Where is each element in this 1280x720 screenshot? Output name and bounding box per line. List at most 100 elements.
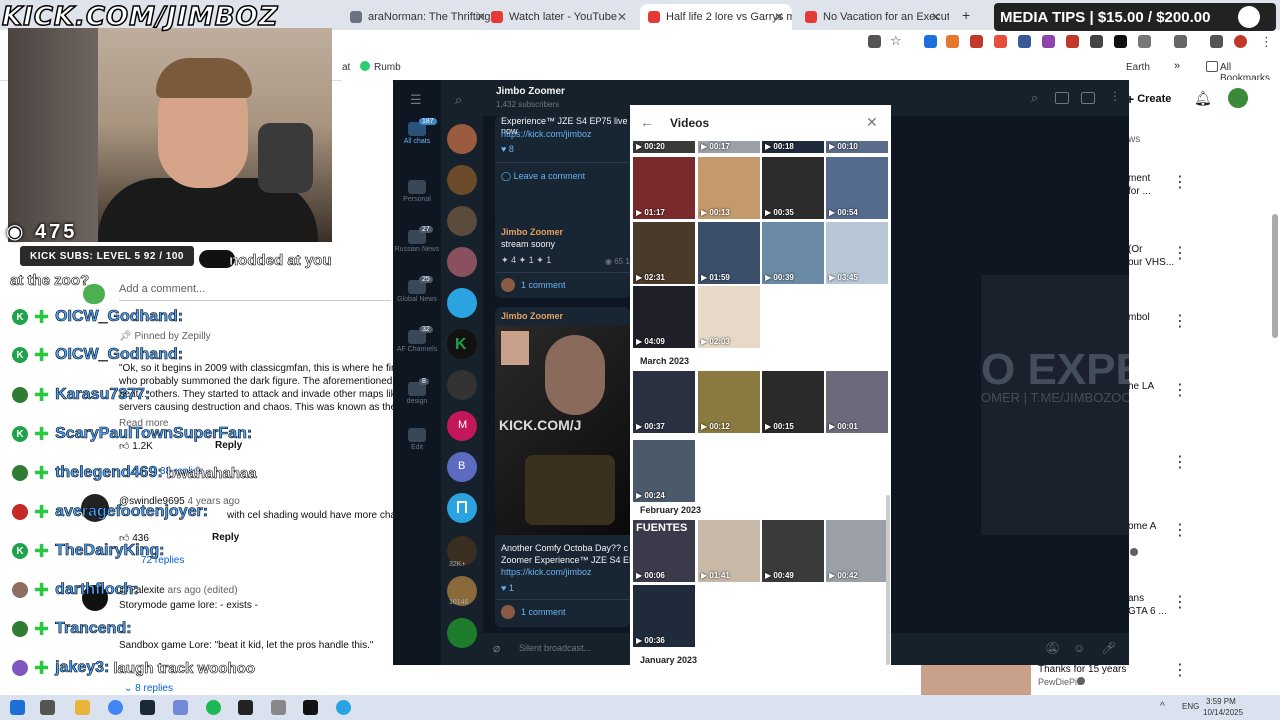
extension-7-icon[interactable] xyxy=(1066,35,1079,48)
reaction-chip[interactable]: ♥ 1 xyxy=(501,583,514,593)
post-media[interactable]: KICK.COM/J xyxy=(495,325,630,535)
video-menu-icon[interactable]: ⋮ xyxy=(1172,520,1188,540)
tray-date[interactable]: 10/14/2025 xyxy=(1203,708,1243,717)
broadcast-input[interactable]: Silent broadcast... xyxy=(519,643,591,653)
comments-button[interactable]: 1 comment xyxy=(521,607,566,617)
downloads-icon[interactable] xyxy=(1210,35,1223,48)
browser-tab[interactable]: araNorman: The Thrifting' Offi✕ xyxy=(342,4,494,30)
notifications-bell-icon[interactable]: 🔔︎ xyxy=(1194,90,1212,107)
back-arrow-icon[interactable]: ← xyxy=(640,114,654,130)
new-tab-button[interactable]: + xyxy=(962,7,970,23)
browser-tab[interactable]: No Vacation for an Executione✕ xyxy=(797,4,949,30)
video-thumbnail[interactable]: ▶ 00:54 xyxy=(826,157,888,219)
related-thumbnail[interactable] xyxy=(921,665,1031,695)
chrome-icon[interactable] xyxy=(108,700,123,715)
related-video-title[interactable]: ans GTA 6 ... xyxy=(1128,592,1167,618)
extension-5-icon[interactable] xyxy=(1018,35,1031,48)
leave-comment-button[interactable]: ◯ Leave a comment xyxy=(501,171,585,182)
channel-title[interactable]: Jimbo Zoomer xyxy=(496,86,565,97)
x-extension-icon[interactable] xyxy=(1114,35,1127,48)
spotify-icon[interactable] xyxy=(206,700,221,715)
app-icon[interactable] xyxy=(271,700,286,715)
metamask-icon[interactable] xyxy=(946,35,959,48)
video-menu-icon[interactable]: ⋮ xyxy=(1172,592,1188,612)
reply-button[interactable]: Reply xyxy=(212,532,239,543)
video-thumbnail[interactable]: ▶ 01:17 xyxy=(633,157,695,219)
extension-1-icon[interactable] xyxy=(924,35,937,48)
replies-toggle[interactable]: ⌄ 8 replies xyxy=(124,683,173,694)
bookmark-star-icon[interactable]: ☆ xyxy=(890,33,903,48)
folder-tab[interactable]: 27 Russian News xyxy=(393,226,441,253)
video-thumbnail[interactable]: ▶ 00:18 xyxy=(762,141,824,153)
related-title[interactable]: Thanks for 15 years xyxy=(1038,664,1126,675)
tab-close-icon[interactable]: ✕ xyxy=(931,10,941,24)
extensions-puzzle-icon[interactable] xyxy=(1138,35,1151,48)
video-thumbnail[interactable]: ▶ 00:20 xyxy=(633,141,695,153)
emoji-icon[interactable]: ☺ xyxy=(1073,641,1085,655)
video-thumbnail[interactable]: ▶ 03:45 xyxy=(826,222,888,284)
discord-icon[interactable] xyxy=(173,700,188,715)
video-thumbnail[interactable]: ▶ 00:12 xyxy=(698,371,760,433)
search-icon[interactable]: ⌕ xyxy=(455,92,462,108)
related-video-title[interactable]: mbol xyxy=(1128,311,1150,324)
install-icon[interactable] xyxy=(868,35,881,48)
extension-3-icon[interactable] xyxy=(970,35,983,48)
video-thumbnail[interactable]: ▶ 01:41 xyxy=(698,520,760,582)
video-thumbnail[interactable]: ▶ 00:49 xyxy=(762,520,824,582)
video-thumbnail[interactable]: ▶ 00:36 xyxy=(633,585,695,647)
video-thumbnail[interactable]: ▶ 00:13 xyxy=(698,157,760,219)
browser-menu-icon[interactable]: ⋮ xyxy=(1260,34,1273,50)
video-menu-icon[interactable]: ⋮ xyxy=(1172,311,1188,331)
browser-tab[interactable]: Half life 2 lore vs Garrys mod lo✕ xyxy=(640,4,792,30)
video-menu-icon[interactable]: ⋮ xyxy=(1172,243,1188,263)
video-thumbnail[interactable]: ▶ 00:42 xyxy=(826,520,888,582)
add-comment-input[interactable]: Add a comment... xyxy=(119,283,205,295)
microphone-icon[interactable]: 🎤︎ xyxy=(1101,641,1116,655)
reaction-chip[interactable]: ♥ 8 xyxy=(501,144,514,154)
extension-4-icon[interactable] xyxy=(994,35,1007,48)
related-video-title[interactable]: (Or our VHS... xyxy=(1128,243,1174,269)
page-scrollbar[interactable] xyxy=(1272,214,1278,338)
chat-avatar[interactable] xyxy=(447,618,477,648)
create-button[interactable]: + Create xyxy=(1126,90,1171,108)
steam-icon[interactable] xyxy=(140,700,155,715)
bookmark-item[interactable]: Rumb xyxy=(374,62,401,73)
related-video-title[interactable]: he LA xyxy=(1128,380,1154,393)
comments-button[interactable]: 1 comment xyxy=(521,280,566,290)
chat-avatar[interactable] xyxy=(447,206,477,236)
bookmarks-overflow-icon[interactable]: » xyxy=(1174,60,1180,72)
video-thumbnail[interactable]: ▶ 02:31 xyxy=(633,222,695,284)
bookmark-item[interactable]: at xyxy=(342,62,350,73)
related-video-title[interactable]: ment for ... xyxy=(1128,172,1151,198)
videos-scrollbar[interactable] xyxy=(886,495,890,665)
menu-icon[interactable]: ☰ xyxy=(410,92,422,108)
video-menu-icon[interactable]: ⋮ xyxy=(1172,452,1188,472)
post-link[interactable]: https://kick.com/jimboz xyxy=(501,129,592,139)
windows-start-icon[interactable] xyxy=(10,700,25,715)
video-thumbnail[interactable]: ▶ 00:35 xyxy=(762,157,824,219)
video-thumbnail[interactable]: ▶ 00:01 xyxy=(826,371,888,433)
folder-tab[interactable]: Personal xyxy=(393,180,441,203)
discussion-icon[interactable] xyxy=(1055,92,1069,104)
folder-tab[interactable]: 25 Global News xyxy=(393,276,441,303)
video-thumbnail[interactable]: ▶ 00:10 xyxy=(826,141,888,153)
silent-bell-icon[interactable]: 🔕︎ xyxy=(1045,641,1060,655)
chat-avatar[interactable] xyxy=(447,124,477,154)
folder-tab[interactable]: Edit xyxy=(393,428,441,451)
folder-tab[interactable]: 32 AF Channels xyxy=(393,326,441,353)
video-thumbnail[interactable]: ▶ 04:09 xyxy=(633,286,695,348)
channel-post[interactable]: Jimbo Zoomer stream soony ✦ 4 ✦ 1 ✦ 1 ◉ … xyxy=(495,220,630,298)
chat-avatar[interactable] xyxy=(447,370,477,400)
video-menu-icon[interactable]: ⋮ xyxy=(1172,380,1188,400)
browser-tab[interactable]: Watch later - YouTube ✕ xyxy=(483,4,635,30)
video-thumbnail[interactable]: ▶ 00:37 xyxy=(633,371,695,433)
chat-avatar[interactable] xyxy=(447,247,477,277)
channel-post[interactable]: Experience™ JZE S4 EP75 live now https:/… xyxy=(495,116,630,226)
input-language[interactable]: ENG xyxy=(1182,702,1199,711)
extension-8-icon[interactable] xyxy=(1090,35,1103,48)
app-icon[interactable] xyxy=(238,700,253,715)
sidepanel-icon[interactable] xyxy=(1174,35,1187,48)
more-options-icon[interactable]: ⋮ xyxy=(1109,89,1121,103)
sidebar-toggle-icon[interactable] xyxy=(1081,92,1095,104)
tab-close-icon[interactable]: ✕ xyxy=(774,10,784,24)
